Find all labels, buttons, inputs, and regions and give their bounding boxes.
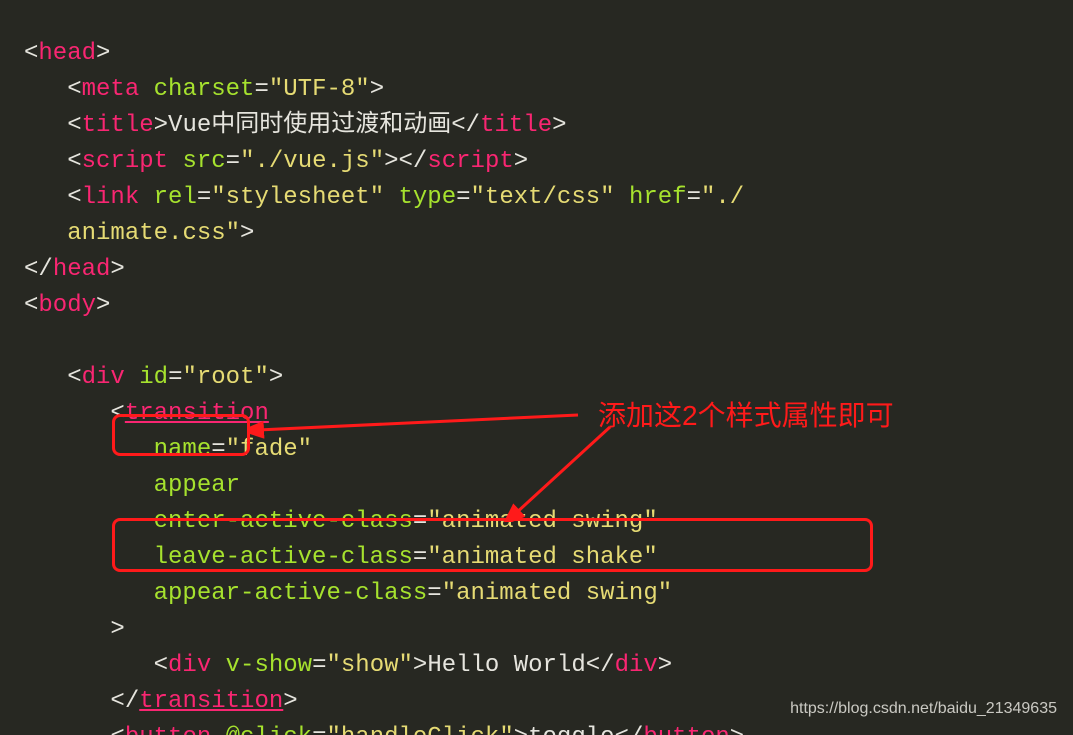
watermark: https://blog.csdn.net/baidu_21349635 [790, 691, 1057, 727]
code-block: <head> <meta charset="UTF-8"> <title>Vue… [0, 0, 1073, 735]
